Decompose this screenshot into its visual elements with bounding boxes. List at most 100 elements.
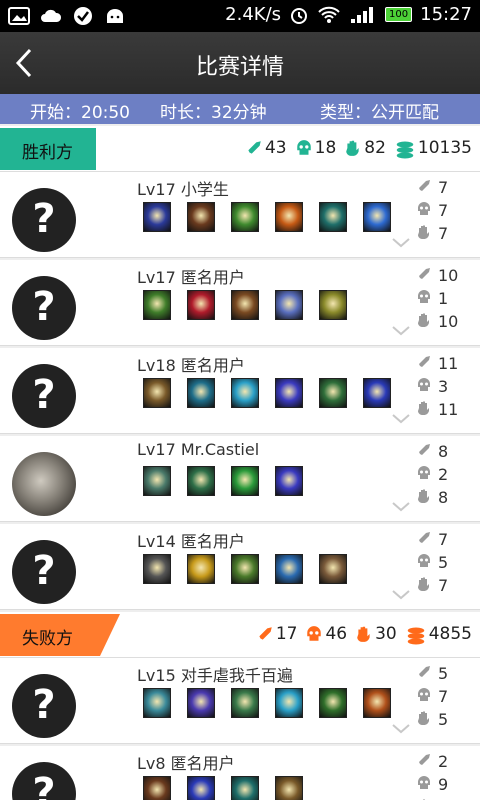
player-deaths: 1 — [438, 289, 449, 308]
player-row[interactable]: ? Lv17 小学生 7 7 7 — [0, 172, 480, 258]
player-items — [143, 290, 403, 322]
cloud-icon — [41, 9, 62, 22]
status-bar: 2.4K/s 100 15:27 — [0, 0, 480, 32]
image-icon — [8, 7, 30, 25]
item-icon — [143, 378, 171, 408]
gold-icon — [405, 625, 427, 645]
player-assists: 10 — [438, 312, 459, 331]
assists-icon — [355, 625, 373, 643]
player-kills: 5 — [438, 664, 449, 683]
assists-icon — [344, 139, 362, 157]
skull-icon — [416, 687, 438, 707]
player-stats: 11 3 11 — [416, 352, 466, 421]
team-assists: 82 — [364, 138, 386, 158]
player-row[interactable]: Lv17 Mr.Castiel 8 2 8 — [0, 436, 480, 522]
player-items — [143, 554, 403, 586]
item-icon — [231, 290, 259, 320]
chevron-down-icon[interactable] — [392, 502, 410, 512]
player-deaths: 7 — [438, 687, 449, 706]
item-icon — [231, 554, 259, 584]
player-stats: 2 9 — [416, 750, 466, 800]
item-icon — [319, 202, 347, 232]
player-stats: 5 7 5 — [416, 662, 466, 731]
team-kills: 17 — [275, 624, 298, 644]
chevron-down-icon[interactable] — [392, 414, 410, 424]
player-name: Lv14 匿名用户 — [137, 532, 245, 551]
team-deaths: 46 — [325, 624, 348, 644]
player-assists: 7 — [438, 576, 449, 595]
player-deaths: 5 — [438, 553, 449, 572]
player-deaths: 2 — [438, 465, 449, 484]
chevron-down-icon[interactable] — [392, 724, 410, 734]
kill-icon — [416, 178, 438, 198]
clock: 15:27 — [420, 4, 472, 25]
item-icon — [187, 776, 215, 800]
team-kills: 43 — [264, 138, 287, 158]
hand-icon — [416, 400, 438, 420]
item-icon — [231, 776, 259, 800]
team-gold: 10135 — [417, 138, 472, 158]
item-icon — [143, 202, 171, 232]
player-stats: 8 2 8 — [416, 440, 466, 509]
item-icon — [231, 466, 259, 496]
team-label: 胜利方 — [0, 128, 120, 170]
skull-icon — [416, 289, 438, 309]
hand-icon — [416, 576, 438, 596]
item-icon — [319, 290, 347, 320]
player-row[interactable]: ? Lv18 匿名用户 11 3 11 — [0, 348, 480, 434]
item-icon — [275, 466, 303, 496]
hand-icon — [416, 312, 438, 332]
team-stats: 43 18 82 10135 — [239, 138, 472, 159]
item-icon — [187, 688, 215, 718]
player-items — [143, 202, 403, 234]
match-type: 类型：公开匹配 — [320, 103, 439, 123]
skull-icon — [416, 775, 438, 795]
player-row[interactable]: ? Lv17 匿名用户 10 1 10 — [0, 260, 480, 346]
player-items — [143, 466, 403, 498]
item-icon — [143, 290, 171, 320]
hand-icon — [416, 710, 438, 730]
item-icon — [363, 688, 391, 718]
match-duration: 时长：32分钟 — [160, 103, 267, 123]
kill-icon — [416, 442, 438, 462]
skull-icon — [416, 201, 438, 221]
player-assists: 7 — [438, 224, 449, 243]
kill-icon — [416, 530, 438, 550]
alarm-icon — [291, 7, 308, 24]
item-icon — [363, 202, 391, 232]
item-icon — [275, 290, 303, 320]
player-avatar: ? — [12, 276, 76, 340]
item-icon — [275, 378, 303, 408]
item-icon — [231, 202, 259, 232]
item-icon — [363, 378, 391, 408]
item-icon — [143, 688, 171, 718]
player-avatar: ? — [12, 674, 76, 738]
item-icon — [275, 776, 303, 800]
player-stats: 7 7 7 — [416, 176, 466, 245]
player-row[interactable]: ? Lv15 对手虐我千百遍 5 7 5 — [0, 658, 480, 744]
kill-icon — [416, 266, 438, 286]
item-icon — [319, 688, 347, 718]
hand-icon — [416, 224, 438, 244]
skull-icon — [416, 553, 438, 573]
kill-icon — [416, 354, 438, 374]
battery-indicator: 100 — [385, 7, 413, 22]
player-avatar: ? — [12, 540, 76, 604]
player-row[interactable]: ? Lv8 匿名用户 2 9 — [0, 746, 480, 800]
player-items — [143, 688, 403, 720]
chevron-down-icon[interactable] — [392, 238, 410, 248]
player-kills: 2 — [438, 752, 449, 771]
kill-icon — [416, 752, 438, 772]
skull-icon — [416, 377, 438, 397]
kill-icon — [416, 664, 438, 684]
player-deaths: 3 — [438, 377, 449, 396]
page-title: 比赛详情 — [195, 55, 284, 80]
kills-icon — [245, 139, 263, 157]
player-name: Lv17 Mr.Castiel — [137, 440, 260, 459]
player-row[interactable]: ? Lv14 匿名用户 7 5 7 — [0, 524, 480, 610]
chevron-down-icon[interactable] — [392, 590, 410, 600]
player-name: Lv17 小学生 — [137, 180, 229, 199]
chevron-down-icon[interactable] — [392, 326, 410, 336]
player-assists: 8 — [438, 488, 449, 507]
item-icon — [143, 466, 171, 496]
